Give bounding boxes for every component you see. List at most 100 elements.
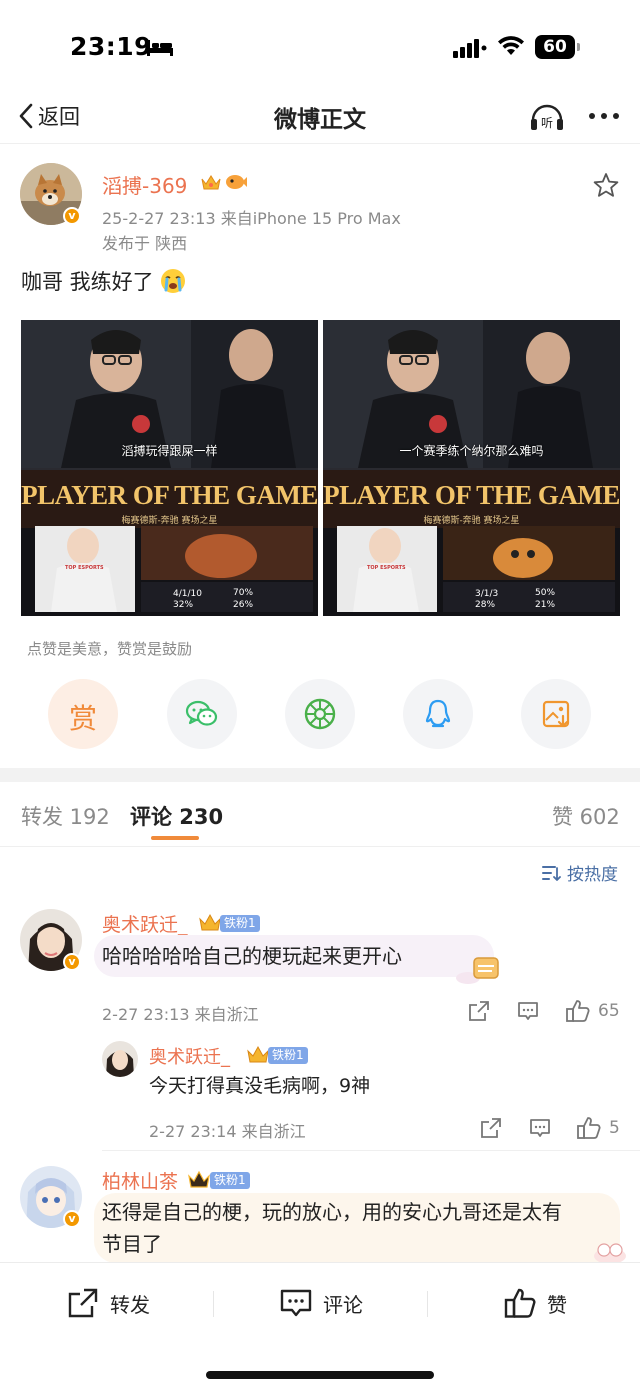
share-reply-icon[interactable] [479, 1116, 503, 1140]
bottom-like-label: 赞 [547, 1292, 567, 1317]
qq-icon [425, 699, 451, 728]
tab-repost[interactable]: 转发 192 [21, 801, 110, 831]
reward-button[interactable]: 赏 [48, 679, 118, 749]
commenter-name[interactable]: 奥术跃迁_ [102, 910, 188, 937]
image-2-stat-1: 50% [535, 588, 556, 598]
more-icon[interactable] [586, 102, 622, 130]
section-divider [0, 768, 640, 782]
reply-text: 今天打得真没毛病啊，9神 [149, 1075, 371, 1097]
fan-crown-icon [199, 913, 221, 931]
author-name[interactable]: 滔搏-369 [102, 170, 187, 199]
reply-comment-icon[interactable] [516, 999, 540, 1023]
image-1-banner: PLAYER OF THE GAME [21, 480, 318, 510]
image-2-kda: 3/1/3 [475, 589, 499, 599]
reward-label: 赏 [68, 702, 97, 735]
post-text-content: 咖哥 我练好了 [21, 270, 154, 294]
image-2-stat-3: 21% [535, 600, 556, 610]
status-time: 23:19 [70, 32, 153, 61]
save-image-button[interactable] [521, 679, 591, 749]
sort-button[interactable]: 按热度 [541, 860, 618, 885]
fan-crown-icon [188, 1170, 210, 1188]
status-bar: 23:19 60 [0, 0, 640, 90]
post-image-2[interactable]: 一个赛季练个纳尔那么难吗 PLAYER OF THE GAME 梅赛德斯-奔驰 … [323, 320, 620, 616]
image-1-sub-banner: 梅赛德斯-奔驰 赛场之星 [121, 516, 218, 526]
image-1-stat-2: 32% [173, 600, 194, 610]
battery-tip [577, 43, 580, 51]
comment-icon [280, 1289, 312, 1317]
image-2-team-logo: TOP ESPORTS [367, 565, 406, 571]
fan-badge: 铁粉1 [210, 1172, 250, 1189]
like-icon [504, 1288, 536, 1318]
post-location: 发布于 陕西 [102, 234, 188, 253]
like-comment-icon[interactable] [565, 998, 591, 1024]
comment-meta: 2-27 23:13 来自浙江 [102, 1005, 259, 1024]
fish-badge-icon [226, 175, 247, 189]
bubble-decoration-icon [456, 957, 499, 984]
wifi-icon [498, 36, 524, 55]
comment-like-count: 65 [598, 1001, 620, 1021]
comment-text-line-2: 节目了 [102, 1232, 162, 1256]
signal-icon [453, 39, 487, 58]
share-wechat-button[interactable] [167, 679, 237, 749]
image-1-stat-3: 26% [233, 600, 254, 610]
favorite-star-icon[interactable] [593, 172, 619, 198]
reply-like-count: 5 [609, 1118, 620, 1138]
crown-badge-icon [201, 175, 221, 190]
post-text: 咖哥 我练好了 [21, 266, 186, 296]
bottom-separator [427, 1291, 428, 1317]
image-2-banner: PLAYER OF THE GAME [323, 480, 620, 510]
share-qq-button[interactable] [403, 679, 473, 749]
sort-icon [542, 865, 561, 881]
bed-icon [147, 40, 173, 56]
reply-name[interactable]: 奥术跃迁_ [149, 1043, 230, 1069]
verified-badge-icon: v [63, 207, 81, 225]
save-image-icon [542, 700, 570, 728]
tab-like[interactable]: 赞 602 [552, 801, 620, 831]
share-moments-button[interactable] [285, 679, 355, 749]
fan-badge: 铁粉1 [220, 915, 260, 932]
bottom-separator [213, 1291, 214, 1317]
sort-label: 按热度 [567, 865, 618, 885]
crying-emoji-icon [160, 269, 185, 293]
tab-active-indicator [151, 836, 199, 840]
post-time-source: 25-2-27 23:13 来自iPhone 15 Pro Max [102, 209, 401, 228]
commenter-name[interactable]: 柏林山茶 [102, 1167, 178, 1194]
image-1-caption: 滔搏玩得跟屎一样 [121, 444, 218, 458]
image-2-stat-2: 28% [475, 600, 496, 610]
verified-badge-icon: v [63, 953, 81, 971]
listen-icon[interactable]: 听 [528, 98, 566, 134]
image-2-caption: 一个赛季练个纳尔那么难吗 [399, 444, 544, 458]
moments-icon [304, 698, 336, 730]
bottom-comment-button[interactable]: 评论 [279, 1281, 363, 1325]
image-1-kda: 4/1/10 [173, 589, 202, 599]
reply-meta: 2-27 23:14 来自浙江 [149, 1122, 306, 1141]
bottom-action-bar: 转发 评论 赞 [0, 1262, 640, 1390]
comment-divider [102, 1150, 640, 1151]
wechat-icon [185, 700, 218, 726]
verified-badge-icon: v [63, 1210, 81, 1228]
fan-crown-icon [247, 1045, 269, 1063]
svg-text:听: 听 [541, 116, 553, 130]
tabs-divider [0, 846, 640, 847]
comment-text-line-1: 还得是自己的梗，玩的放心，用的安心九哥还是太有 [102, 1200, 562, 1224]
image-1-stat-1: 70% [233, 588, 254, 598]
reply-avatar[interactable] [102, 1041, 138, 1077]
like-reply-icon[interactable] [576, 1115, 602, 1141]
post-image-1[interactable]: 滔搏玩得跟屎一样 PLAYER OF THE GAME 梅赛德斯-奔驰 赛场之星… [21, 320, 318, 616]
bubble-decoration-icon [594, 1243, 626, 1262]
bottom-like-button[interactable]: 赞 [503, 1281, 567, 1325]
reply-reply-icon[interactable] [528, 1116, 552, 1140]
battery-icon: 60 [535, 35, 575, 59]
image-1-team-logo: TOP ESPORTS [65, 565, 104, 571]
home-indicator[interactable] [206, 1371, 434, 1379]
comment-text: 哈哈哈哈哈自己的梗玩起来更开心 [102, 944, 402, 968]
bottom-repost-label: 转发 [110, 1292, 150, 1317]
nav-bar: 返回 微博正文 听 [0, 90, 640, 144]
share-comment-icon[interactable] [467, 999, 491, 1023]
image-2-sub-banner: 梅赛德斯-奔驰 赛场之星 [423, 516, 520, 526]
repost-icon [68, 1288, 98, 1318]
tab-comment[interactable]: 评论 230 [130, 801, 223, 831]
reward-tip: 点赞是美意，赞赏是鼓励 [27, 640, 193, 658]
fan-badge: 铁粉1 [268, 1047, 308, 1064]
bottom-repost-button[interactable]: 转发 [66, 1281, 150, 1325]
